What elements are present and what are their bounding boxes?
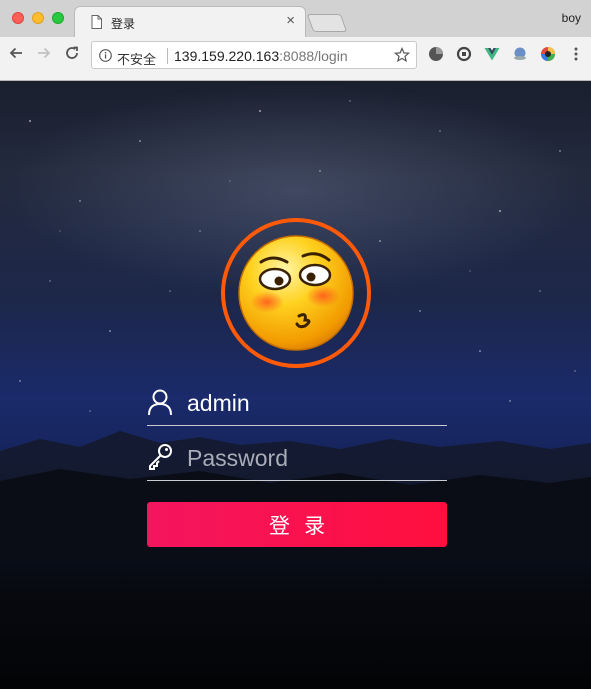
extension-color-icon xyxy=(541,47,555,61)
arrow-right-icon xyxy=(38,47,51,59)
extension-3[interactable] xyxy=(483,45,501,63)
forward-button[interactable] xyxy=(34,43,54,63)
close-window-button[interactable] xyxy=(12,12,24,24)
user-icon xyxy=(148,389,172,416)
browser-tab[interactable]: 登录 × xyxy=(74,6,306,37)
new-tab-button[interactable] xyxy=(306,14,348,32)
password-input[interactable] xyxy=(187,439,445,477)
extension-4[interactable] xyxy=(511,45,529,63)
maximize-window-button[interactable] xyxy=(52,12,64,24)
url-text[interactable]: 139.159.220.163:8088/login xyxy=(174,48,348,64)
browser-menu-button[interactable] xyxy=(567,45,585,63)
page-icon xyxy=(91,15,102,29)
extension-1[interactable] xyxy=(427,45,445,63)
tab-close-button[interactable]: × xyxy=(286,12,295,30)
star-icon[interactable] xyxy=(394,47,410,63)
reload-button[interactable] xyxy=(62,43,82,63)
username-input[interactable] xyxy=(187,384,445,422)
divider xyxy=(167,48,168,64)
arrow-left-icon xyxy=(9,47,22,59)
security-label[interactable]: 不安全 xyxy=(117,49,156,68)
url-host: 139.159.220.163 xyxy=(174,48,280,64)
tab-strip: 登录 × boy xyxy=(0,0,591,37)
extension-globe-icon xyxy=(514,47,526,60)
info-icon[interactable] xyxy=(99,49,112,62)
more-vertical-icon xyxy=(574,47,578,61)
browser-chrome: 登录 × boy 不安全 139.159.220.163:8088/login xyxy=(0,0,591,81)
vue-devtools-icon xyxy=(484,48,500,61)
login-page: 登录 xyxy=(0,81,591,689)
back-button[interactable] xyxy=(6,43,26,63)
extension-sync-icon xyxy=(456,46,472,62)
address-bar[interactable]: 不安全 139.159.220.163:8088/login xyxy=(91,41,417,69)
emoji-avatar[interactable] xyxy=(237,234,355,352)
extension-2[interactable] xyxy=(455,45,473,63)
minimize-window-button[interactable] xyxy=(32,12,44,24)
browser-toolbar: 不安全 139.159.220.163:8088/login xyxy=(0,37,591,81)
username-field xyxy=(147,382,447,426)
reload-icon xyxy=(66,46,78,59)
profile-name[interactable]: boy xyxy=(562,11,581,25)
key-icon xyxy=(149,444,172,470)
login-button[interactable]: 登录 xyxy=(147,502,447,547)
tab-title: 登录 xyxy=(111,17,136,31)
url-path: :8088/login xyxy=(279,48,348,64)
extension-5[interactable] xyxy=(539,45,557,63)
password-field xyxy=(147,437,447,481)
extension-pie-icon xyxy=(429,47,443,61)
